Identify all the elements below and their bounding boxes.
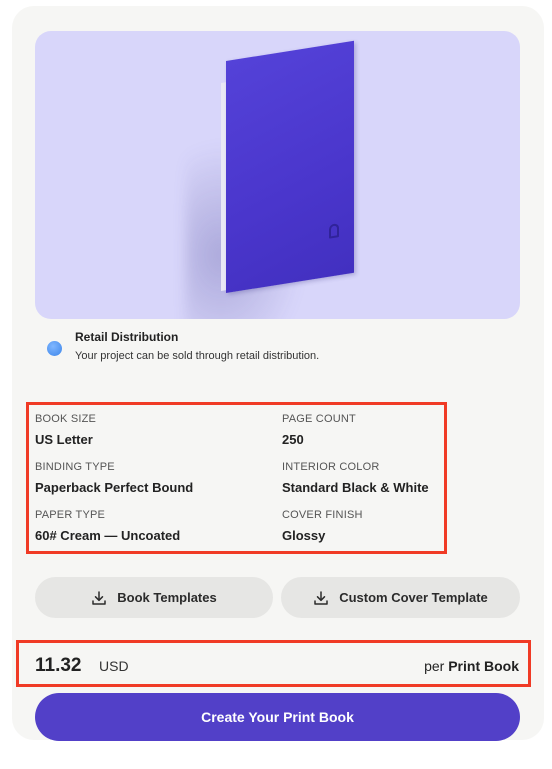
spec-label: INTERIOR COLOR bbox=[282, 461, 380, 473]
spec-value: US Letter bbox=[35, 432, 93, 447]
book-cover-image bbox=[226, 40, 354, 293]
spec-interior-color: INTERIOR COLOR Standard Black & White bbox=[282, 461, 429, 495]
book-templates-label: Book Templates bbox=[117, 590, 217, 605]
retail-description: Your project can be sold through retail … bbox=[75, 350, 320, 362]
price-per-label: Print Book bbox=[448, 658, 519, 674]
create-print-book-label: Create Your Print Book bbox=[201, 709, 354, 725]
price-per-prefix: per bbox=[424, 658, 445, 674]
download-icon bbox=[314, 590, 328, 605]
retail-distribution: Retail Distribution Your project can be … bbox=[47, 330, 507, 370]
spec-binding-type: BINDING TYPE Paperback Perfect Bound bbox=[35, 461, 193, 495]
spec-label: PAGE COUNT bbox=[282, 413, 356, 425]
spec-page-count: PAGE COUNT 250 bbox=[282, 413, 356, 447]
custom-cover-template-label: Custom Cover Template bbox=[339, 590, 488, 605]
book-templates-button[interactable]: Book Templates bbox=[35, 577, 273, 618]
spec-book-size: BOOK SIZE US Letter bbox=[35, 413, 96, 447]
download-icon bbox=[92, 590, 107, 605]
price-summary: 11.32 USD per Print Book bbox=[16, 640, 531, 687]
retail-title: Retail Distribution bbox=[75, 330, 179, 344]
spec-label: COVER FINISH bbox=[282, 509, 363, 521]
spec-value: Standard Black & White bbox=[282, 480, 429, 495]
spec-cover-finish: COVER FINISH Glossy bbox=[282, 509, 363, 543]
book-logo-icon bbox=[329, 223, 339, 239]
price-amount: 11.32 bbox=[35, 655, 82, 676]
spec-label: BOOK SIZE bbox=[35, 413, 97, 425]
spec-label: BINDING TYPE bbox=[35, 461, 115, 473]
spec-value: Paperback Perfect Bound bbox=[35, 480, 194, 495]
book-specs: BOOK SIZE US Letter PAGE COUNT 250 BINDI… bbox=[26, 402, 447, 554]
spec-label: PAPER TYPE bbox=[35, 509, 106, 521]
create-print-book-button[interactable]: Create Your Print Book bbox=[35, 693, 520, 741]
spec-paper-type: PAPER TYPE 60# Cream — Uncoated bbox=[35, 509, 180, 543]
status-dot-icon bbox=[47, 341, 62, 356]
price-per-unit: per Print Book bbox=[424, 658, 519, 674]
custom-cover-template-button[interactable]: Custom Cover Template bbox=[281, 577, 520, 618]
price-currency: USD bbox=[99, 658, 129, 674]
spec-value: 60# Cream — Uncoated bbox=[35, 528, 181, 543]
spec-value: 250 bbox=[282, 432, 304, 447]
spec-value: Glossy bbox=[282, 528, 326, 543]
book-preview bbox=[35, 31, 520, 319]
